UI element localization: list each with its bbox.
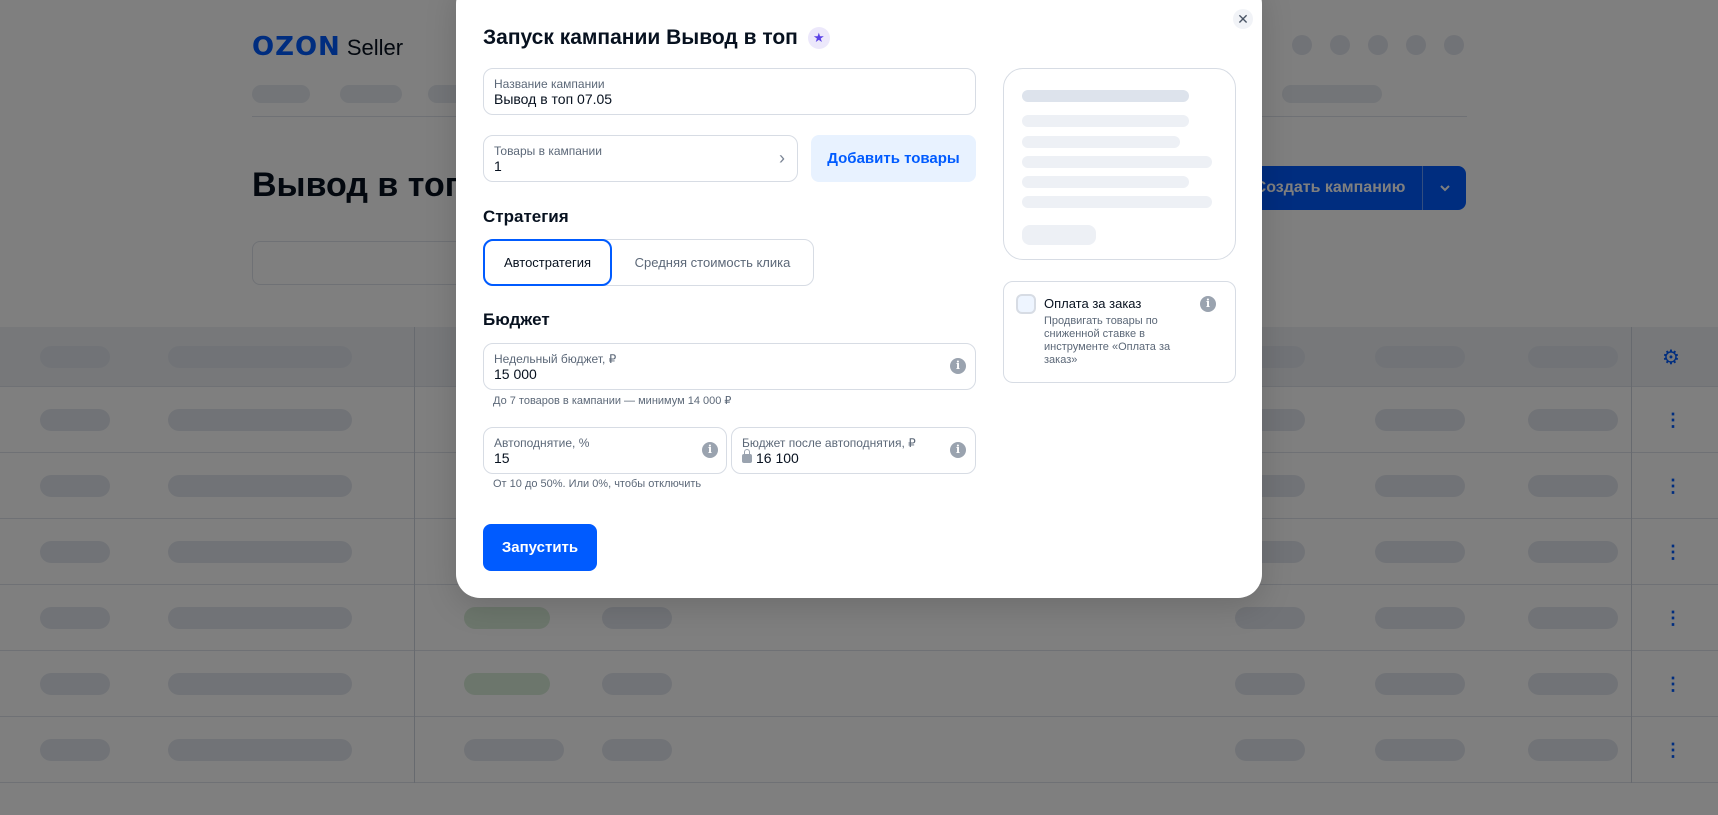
strategy-title: Стратегия bbox=[483, 207, 569, 226]
auto-raise-field[interactable]: Автоподнятие, % 15 i bbox=[483, 427, 727, 474]
preview-skeleton-button bbox=[1022, 225, 1096, 245]
launch-button[interactable]: Запустить bbox=[483, 524, 597, 571]
campaign-name-label: Название кампании bbox=[494, 77, 605, 91]
strategy-selector[interactable]: Автостратегия Средняя стоимость клика bbox=[483, 239, 814, 286]
pay-per-order-title: Оплата за заказ bbox=[1044, 296, 1142, 311]
modal-title: Запуск кампании Вывод в топ bbox=[483, 26, 798, 49]
weekly-budget-label: Недельный бюджет, ₽ bbox=[494, 352, 617, 366]
weekly-budget-value[interactable]: 15 000 bbox=[494, 366, 537, 382]
pay-per-order-description: Продвигать товары по сниженной ставке в … bbox=[1044, 315, 1171, 366]
products-value: 1 bbox=[494, 158, 502, 174]
strategy-option-auto[interactable]: Автостратегия bbox=[483, 239, 612, 286]
preview-skeleton-line bbox=[1022, 176, 1189, 188]
budget-after-raise-value: 16 100 bbox=[756, 450, 799, 466]
weekly-budget-hint: До 7 товаров в кампании — минимум 14 000… bbox=[493, 395, 732, 407]
info-icon[interactable]: i bbox=[950, 442, 966, 458]
preview-skeleton-line bbox=[1022, 90, 1189, 102]
pay-per-order-checkbox[interactable] bbox=[1016, 294, 1036, 314]
modal-header: Запуск кампании Вывод в топ ★ bbox=[483, 26, 830, 50]
add-products-button[interactable]: Добавить товары bbox=[811, 135, 976, 182]
auto-raise-hint: От 10 до 50%. Или 0%, чтобы отключить bbox=[493, 478, 702, 490]
campaign-preview-card bbox=[1003, 68, 1236, 260]
campaign-name-field[interactable]: Название кампании Вывод в топ 07.05 bbox=[483, 68, 976, 115]
budget-title: Бюджет bbox=[483, 310, 550, 329]
auto-raise-value[interactable]: 15 bbox=[494, 450, 510, 466]
budget-after-raise-label: Бюджет после автоподнятия, ₽ bbox=[742, 436, 916, 450]
close-icon[interactable]: ✕ bbox=[1233, 9, 1253, 29]
info-icon[interactable]: i bbox=[950, 358, 966, 374]
star-icon: ★ bbox=[807, 27, 830, 49]
weekly-budget-field[interactable]: Недельный бюджет, ₽ 15 000 i bbox=[483, 343, 976, 390]
preview-skeleton-line bbox=[1022, 196, 1212, 208]
info-icon[interactable]: i bbox=[1200, 296, 1216, 312]
info-icon[interactable]: i bbox=[702, 442, 718, 458]
budget-after-raise-field: Бюджет после автоподнятия, ₽ 16 100 i bbox=[731, 427, 976, 474]
preview-skeleton-line bbox=[1022, 115, 1189, 127]
lock-icon bbox=[742, 449, 752, 463]
chevron-right-icon[interactable]: › bbox=[779, 148, 785, 169]
pay-per-order-card[interactable]: Оплата за заказ Продвигать товары по сни… bbox=[1003, 281, 1236, 383]
products-field[interactable]: Товары в кампании 1 › bbox=[483, 135, 798, 182]
preview-skeleton-line bbox=[1022, 156, 1212, 168]
preview-skeleton-line bbox=[1022, 136, 1180, 148]
products-label: Товары в кампании bbox=[494, 144, 602, 158]
strategy-option-avg-cpc[interactable]: Средняя стоимость клика bbox=[612, 240, 813, 285]
auto-raise-label: Автоподнятие, % bbox=[494, 436, 590, 450]
campaign-name-value[interactable]: Вывод в топ 07.05 bbox=[494, 91, 612, 107]
